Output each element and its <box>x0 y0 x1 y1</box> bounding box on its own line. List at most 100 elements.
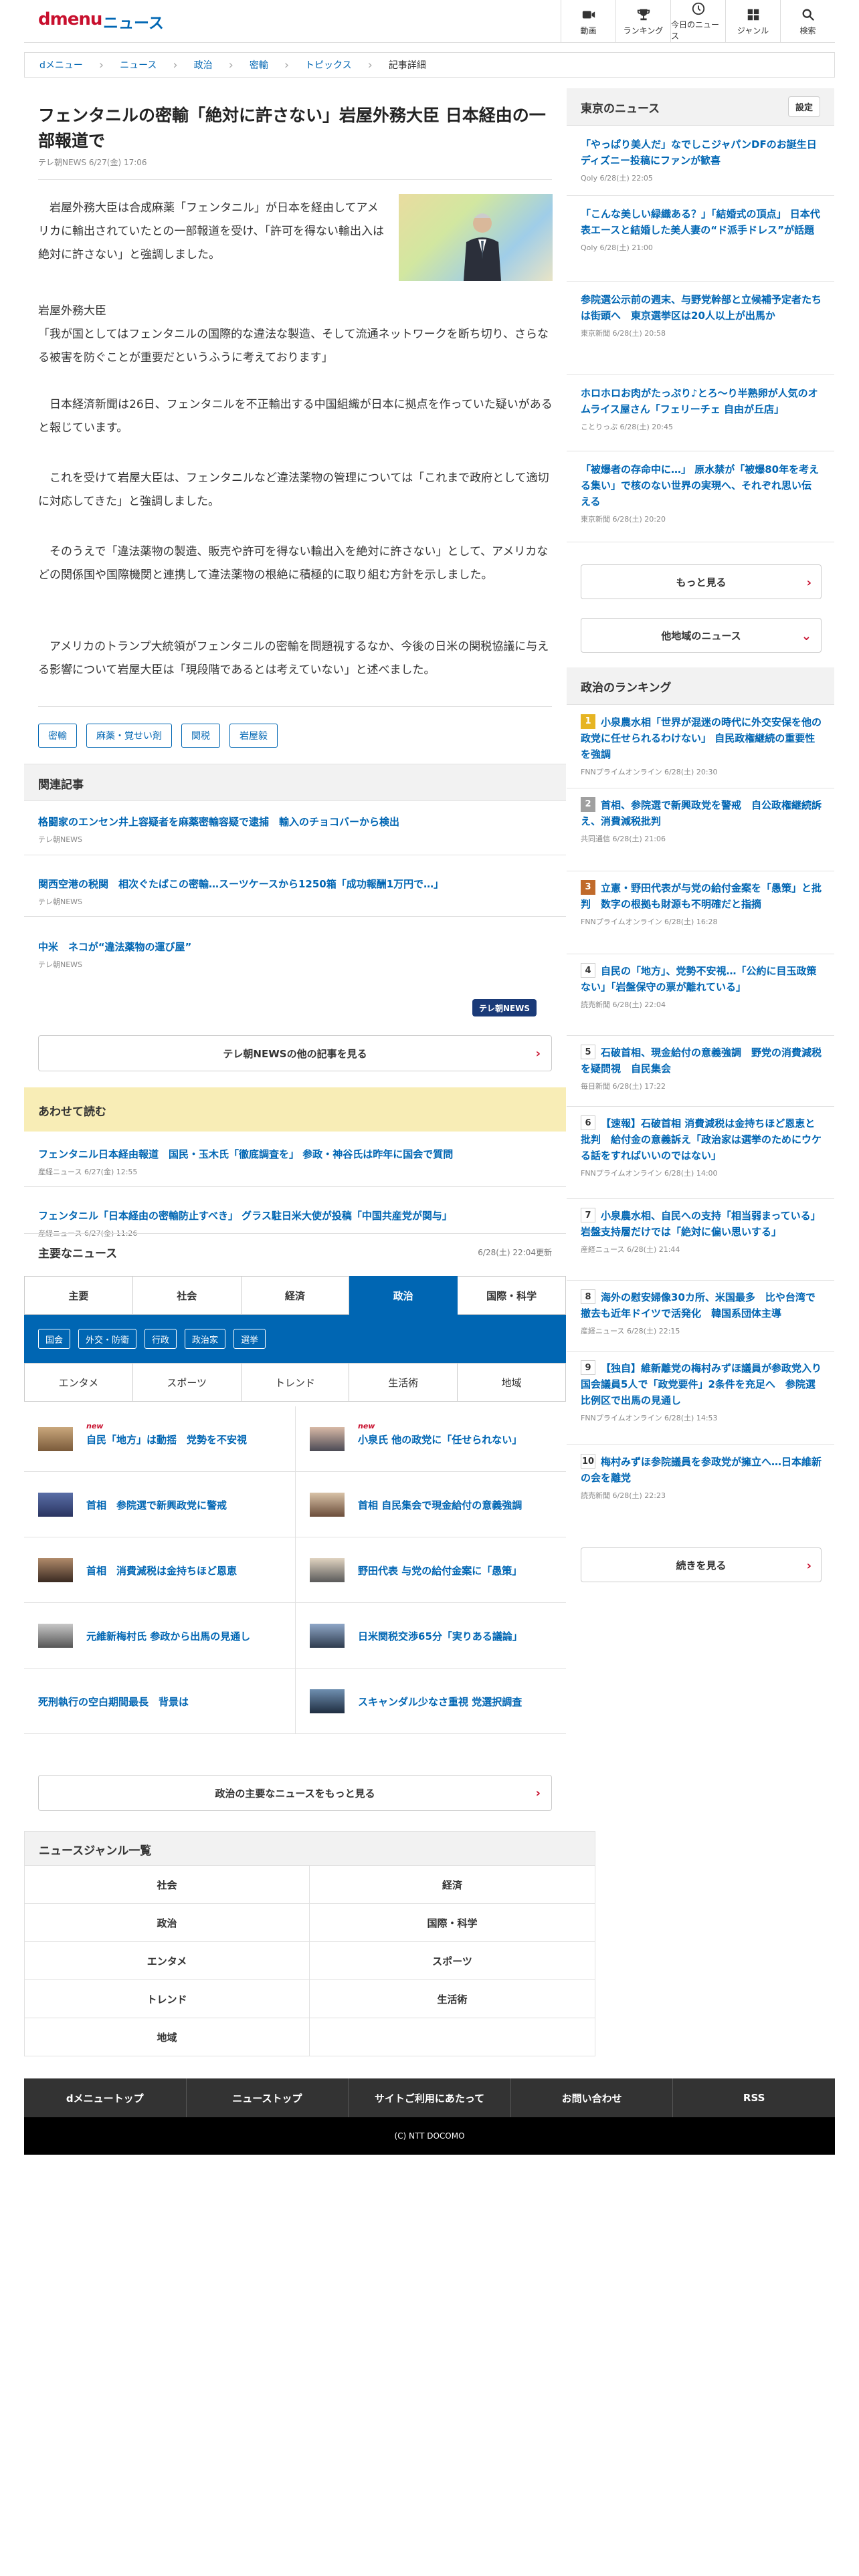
nav-genre[interactable]: ジャンル <box>725 0 780 43</box>
tab-international[interactable]: 国際・科学 <box>458 1276 566 1315</box>
tokyo-news-item[interactable]: 参院選公示前の週末、与野党幹部と立候補予定者たちは街頭へ 東京選挙区は20人以上… <box>581 292 822 338</box>
breadcrumb-smuggling[interactable]: 密輸 <box>250 58 268 72</box>
subtag-diplomacy[interactable]: 外交・防衛 <box>78 1329 137 1349</box>
nav-today[interactable]: 今日のニュース <box>670 0 725 43</box>
subtag-election[interactable]: 選挙 <box>233 1329 266 1349</box>
tokyo-news-item[interactable]: ホロホロお肉がたっぷり♪とろ～り半熟卵が人気のオムライス屋さん「フェリーチェ 自… <box>581 385 822 432</box>
tag[interactable]: 岩屋毅 <box>229 724 278 748</box>
related-item[interactable]: 関西空港の税関 相次ぐたばこの密輸…スーツケースから1250箱「成功報酬1万円で… <box>38 876 560 907</box>
tag[interactable]: 密輸 <box>38 724 77 748</box>
divider <box>567 195 834 196</box>
breadcrumb-dmenu[interactable]: dメニュー <box>39 58 83 72</box>
tab-economy[interactable]: 経済 <box>241 1276 350 1315</box>
article-image[interactable] <box>399 194 553 281</box>
subtag-diet[interactable]: 国会 <box>38 1329 71 1349</box>
news-thumbnail <box>310 1689 345 1713</box>
tag[interactable]: 麻薬・覚せい剤 <box>86 724 172 748</box>
tokyo-news-item[interactable]: 「こんな美しい緑織ある？」「結婚式の頂点」 日本代表エースと結婚した美人妻の“ド… <box>581 206 822 253</box>
news-title: 日米関税交渉65分「実りある議論」 <box>358 1630 522 1642</box>
tab-society[interactable]: 社会 <box>132 1276 242 1315</box>
genre-entertainment[interactable]: エンタメ <box>24 1942 310 1980</box>
nav-search[interactable]: 検索 <box>780 0 835 43</box>
ranking-item[interactable]: 1 小泉農水相「世界が混迷の時代に外交安保を他の政党に任せられるわけない」 自民政… <box>581 714 822 777</box>
footer-contact[interactable]: お問い合わせ <box>511 2078 674 2117</box>
nav-label: ランキング <box>623 25 664 35</box>
ranking-number: 6 <box>581 1115 595 1130</box>
genre-trend[interactable]: トレンド <box>24 1980 310 2018</box>
ranking-item[interactable]: 2 首相、参院選で新興政党を警戒 自公政権継続訴え、消費減税批判 共同通信 6/28… <box>581 797 822 844</box>
tokyo-more-button[interactable]: もっと見る › <box>581 564 822 599</box>
region-setting-button[interactable]: 設定 <box>787 96 820 117</box>
subtag-administration[interactable]: 行政 <box>145 1329 177 1349</box>
article-meta: テレ朝NEWS 6/27(金) 17:06 <box>38 158 147 167</box>
news-row: 元維新梅村氏 参政から出馬の見通し 日米関税交渉65分「実りある議論」 <box>24 1603 566 1669</box>
news-thumbnail <box>310 1427 345 1451</box>
news-title: 「こんな美しい緑織ある？」「結婚式の頂点」 日本代表エースと結婚した美人妻の“ド… <box>581 208 820 236</box>
tab-lifestyle[interactable]: 生活術 <box>349 1363 458 1402</box>
ranking-item[interactable]: 9 【独自】維新離党の梅村みずほ議員が参政党入り 国会議員5人で「政党要件」2条件… <box>581 1360 832 1423</box>
tab-entertainment[interactable]: エンタメ <box>24 1363 133 1402</box>
genre-region[interactable]: 地域 <box>24 2018 310 2056</box>
tokyo-news-item[interactable]: 「やっぱり美人だ」なでしこジャパンDFのお誕生日ディズニー投稿にファンが歓喜 Q… <box>581 136 822 183</box>
ranking-item[interactable]: 3 立憲・野田代表が与党の給付金案を「愚策」と批判 数字の根拠も財源も不明確だと指… <box>581 880 822 927</box>
news-item[interactable]: new 小泉氏 他の政党に「任せられない」 <box>295 1406 566 1472</box>
tokyo-news-item[interactable]: 「被爆者の存命中に…」 原水禁が「被爆80年を考える集い」で核のない世界の実現へ… <box>581 461 822 524</box>
news-item[interactable]: 元維新梅村氏 参政から出馬の見通し <box>24 1603 295 1669</box>
ranking-title: 【速報】石破首相 消費減税は金持ちほど恩恵と批判 給付金の意義訴え「政治家は選挙… <box>581 1117 822 1162</box>
ranking-source: 産経ニュース 6/28(土) 21:44 <box>581 1245 680 1254</box>
footer-news-top[interactable]: ニューストップ <box>187 2078 349 2117</box>
tag[interactable]: 関税 <box>181 724 220 748</box>
news-row: 首相 消費減税は金持ちほど恩恵 野田代表 与党の給付金案に「愚策」 <box>24 1537 566 1603</box>
breadcrumb-politics[interactable]: 政治 <box>194 58 213 72</box>
breadcrumb-topics[interactable]: トピックス <box>305 58 352 72</box>
also-read-item[interactable]: フェンタニル日本経由報道 国民・玉木氏「徹底調査を」 参政・神谷氏は昨年に国会で… <box>38 1146 560 1177</box>
ranking-item[interactable]: 7 小泉農水相、自民への支持「相当弱まっている」岩盤支持層だけでは「絶対に偏い思い… <box>581 1208 822 1255</box>
tab-politics[interactable]: 政治 <box>349 1276 458 1315</box>
more-politics-news-button[interactable]: 政治の主要なニュースをもっと見る › <box>38 1775 552 1811</box>
ranking-item[interactable]: 10 梅村みずほ参院議員を参政党が擁立へ…日本維新の会を離党 読売新聞 6/28(土… <box>581 1454 822 1501</box>
news-item[interactable]: 死刑執行の空白期間最長 背景は <box>24 1669 295 1734</box>
genre-lifestyle[interactable]: 生活術 <box>310 1980 595 2018</box>
category-tabs: 主要 社会 経済 政治 国際・科学 <box>24 1276 566 1315</box>
news-item[interactable]: 首相 自民集会で現金給付の意義強調 <box>295 1472 566 1537</box>
news-item[interactable]: 首相 参院選で新興政党に警戒 <box>24 1472 295 1537</box>
genre-society[interactable]: 社会 <box>24 1866 310 1904</box>
tab-region[interactable]: 地域 <box>458 1363 566 1402</box>
news-logo[interactable]: ニュース <box>103 10 164 33</box>
related-item[interactable]: 格闘家のエンセン井上容疑者を麻薬密輸容疑で逮捕 輸入のチョコバーから検出 テレ朝… <box>38 814 560 845</box>
tab-sports[interactable]: スポーツ <box>132 1363 242 1402</box>
genre-politics[interactable]: 政治 <box>24 1904 310 1942</box>
nav-ranking[interactable]: ランキング <box>615 0 670 43</box>
ranking-title: 小泉農水相「世界が混迷の時代に外交安保を他の政党に任せられるわけない」 自民政権… <box>581 716 822 760</box>
tab-trend[interactable]: トレンド <box>241 1363 350 1402</box>
footer-rss[interactable]: RSS <box>673 2078 835 2117</box>
genre-sports[interactable]: スポーツ <box>310 1942 595 1980</box>
news-item[interactable]: 首相 消費減税は金持ちほど恩恵 <box>24 1537 295 1603</box>
related-source: テレ朝NEWS <box>38 835 83 844</box>
genre-economy[interactable]: 経済 <box>310 1866 595 1904</box>
ranking-title-row: 5 石破首相、現金給付の意義強調 野党の消費減税を疑問視 自民集会 <box>581 1045 822 1077</box>
more-tvasahi-button[interactable]: テレ朝NEWSの他の記事を見る › <box>38 1035 552 1071</box>
footer-dmenu-top[interactable]: dメニュートップ <box>24 2078 187 2117</box>
footer-terms[interactable]: サイトご利用にあたって <box>349 2078 511 2117</box>
ranking-item[interactable]: 6 【速報】石破首相 消費減税は金持ちほど恩恵と批判 給付金の意義訴え「政治家は選… <box>581 1115 822 1178</box>
ranking-more-button[interactable]: 続きを見る › <box>581 1547 822 1582</box>
other-region-button[interactable]: 他地域のニュース ⌄ <box>581 618 822 653</box>
related-item[interactable]: 中米 ネコが“違法薬物の運び屋” テレ朝NEWS <box>38 939 560 970</box>
dmenu-logo[interactable]: dmenu <box>38 9 102 29</box>
new-badge: new <box>86 1421 104 1430</box>
ranking-item[interactable]: 5 石破首相、現金給付の意義強調 野党の消費減税を疑問視 自民集会 毎日新聞 6/2… <box>581 1045 822 1091</box>
nav-video[interactable]: 動画 <box>561 0 615 43</box>
news-item[interactable]: スキャンダル少なさ重視 党選択調査 <box>295 1669 566 1734</box>
news-item[interactable]: 野田代表 与党の給付金案に「愚策」 <box>295 1537 566 1603</box>
news-item[interactable]: 日米関税交渉65分「実りある議論」 <box>295 1603 566 1669</box>
news-item[interactable]: new 自民「地方」は動揺 党勢を不安視 <box>24 1406 295 1472</box>
breadcrumb-news[interactable]: ニュース <box>120 58 157 72</box>
ranking-item[interactable]: 8 海外の慰安婦像30カ所、米国最多 比や台湾で撤去も近年ドイツで活発化 韓国系団… <box>581 1289 822 1336</box>
subtag-politicians[interactable]: 政治家 <box>185 1329 226 1349</box>
genre-international[interactable]: 国際・科学 <box>310 1904 595 1942</box>
ranking-item[interactable]: 4 自民の「地方」、党勢不安視…「公約に目玉政策ない」「岩盤保守の票が離れている」… <box>581 963 822 1010</box>
tab-major[interactable]: 主要 <box>24 1276 133 1315</box>
main-news-updated: 6/28(土) 22:04更新 <box>478 1248 552 1257</box>
divider <box>24 916 566 917</box>
